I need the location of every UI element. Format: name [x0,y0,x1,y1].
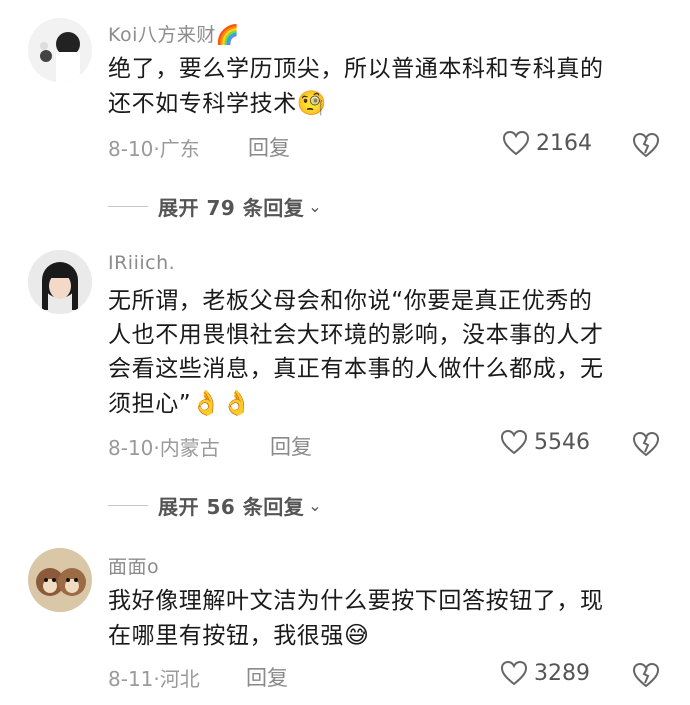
chevron-down-icon: ⌄ [308,197,322,216]
reply-button[interactable]: 回复 [248,132,290,162]
divider [108,206,148,207]
heart-icon [500,429,528,455]
username[interactable]: IRiiich. [108,252,175,274]
comment-meta: 8-11·河北 [108,667,200,691]
like-button[interactable]: 3289 [500,660,590,686]
divider [108,505,148,506]
comment-meta: 8-10·广东 [108,137,200,161]
comment-body: 绝了，要么学历顶尖，所以普通本科和专科真的 还不如专科学技术 [108,56,604,117]
comment-text: 无所谓，老板父母会和你说“你要是真正优秀的 人也不用畏惧社会大环境的影响，没本事… [108,284,668,421]
comment-text: 绝了，要么学历顶尖，所以普通本科和专科真的 还不如专科学技术🧐 [108,52,668,121]
avatar[interactable] [28,548,92,612]
reply-button[interactable]: 回复 [270,431,312,461]
username[interactable]: 面面o [108,552,159,579]
dislike-icon[interactable] [632,131,660,159]
expand-replies-button[interactable]: 展开 56 条回复 ⌄ [108,491,322,520]
like-count: 2164 [536,130,592,156]
comment-meta: 8-10·内蒙古 [108,436,220,460]
like-count: 3289 [534,660,590,686]
rainbow-emoji: 🌈 [215,24,241,46]
expand-label: 展开 79 条回复 [158,196,305,220]
sweat-smile-emoji: 😅 [344,621,370,649]
dislike-icon[interactable] [632,430,660,458]
expand-label: 展开 56 条回复 [158,495,305,519]
chevron-down-icon: ⌄ [308,496,322,515]
dislike-icon[interactable] [632,661,660,689]
like-button[interactable]: 5546 [500,429,590,455]
avatar[interactable] [28,250,92,314]
like-button[interactable]: 2164 [502,130,592,156]
heart-icon [502,130,530,156]
avatar[interactable] [28,18,92,82]
ok-hand-emoji: 👌👌 [191,389,253,417]
heart-icon [500,660,528,686]
username[interactable]: Koi八方来财🌈 [108,20,240,47]
comment-text: 我好像理解叶文洁为什么要按下回答按钮了，现 在哪里有按钮，我很强😅 [108,584,668,653]
username-text[interactable]: Koi八方来财 [108,24,216,46]
expand-replies-button[interactable]: 展开 79 条回复 ⌄ [108,192,322,221]
face-emoji: 🧐 [296,89,328,117]
like-count: 5546 [534,429,590,455]
comment-body: 无所谓，老板父母会和你说“你要是真正优秀的 人也不用畏惧社会大环境的影响，没本事… [108,288,604,417]
reply-button[interactable]: 回复 [246,662,288,692]
